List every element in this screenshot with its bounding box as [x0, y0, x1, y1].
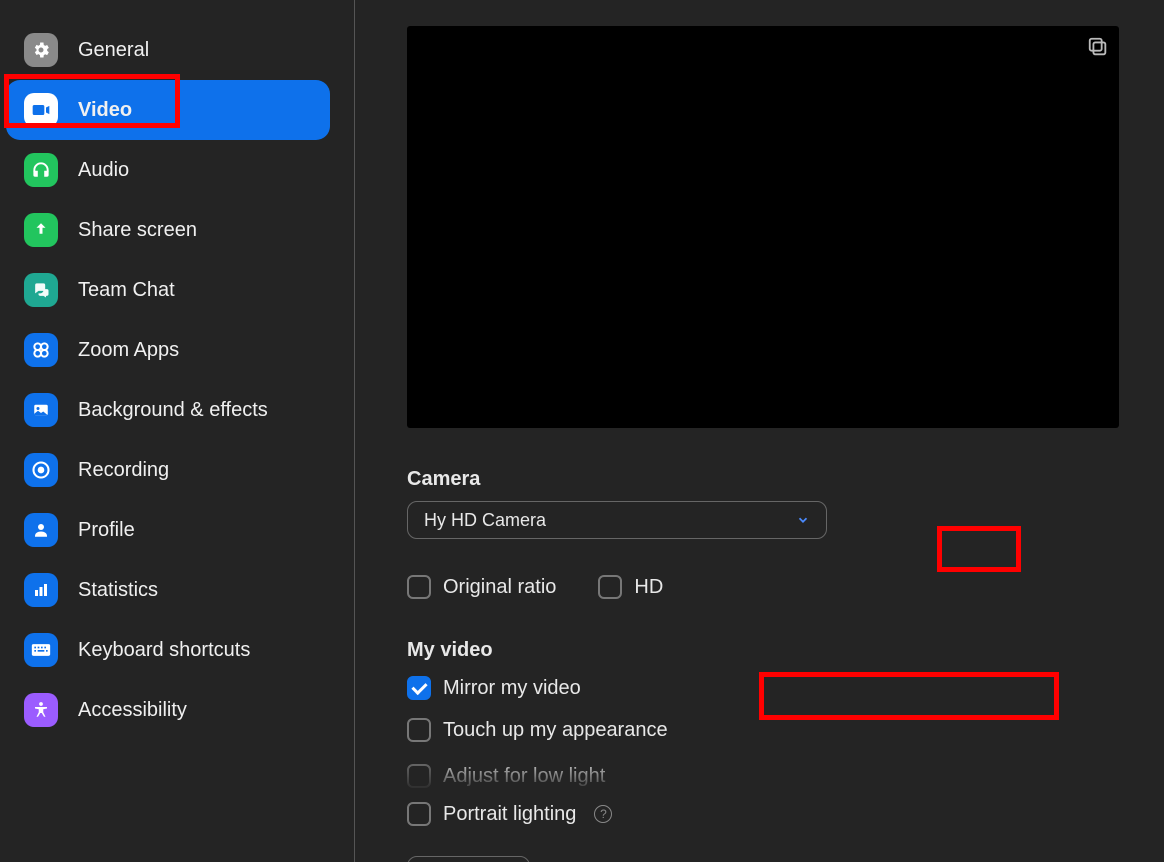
sidebar-item-label: Profile: [78, 519, 135, 542]
accessibility-icon: [24, 693, 58, 727]
advanced-button[interactable]: Advanced: [407, 856, 530, 862]
lowlight-option[interactable]: Adjust for low light: [407, 764, 1138, 788]
sidebar-item-profile[interactable]: Profile: [6, 500, 330, 560]
original-ratio-label: Original ratio: [443, 576, 556, 599]
help-icon[interactable]: ?: [594, 805, 612, 823]
sidebar-item-statistics[interactable]: Statistics: [6, 560, 330, 620]
portrait-lighting-label: Portrait lighting: [443, 803, 576, 826]
sidebar-item-background-effects[interactable]: Background & effects: [6, 380, 330, 440]
portrait-lighting-option[interactable]: Portrait lighting ?: [407, 802, 1138, 826]
sidebar-item-label: Accessibility: [78, 699, 187, 722]
original-ratio-option[interactable]: Original ratio: [407, 575, 556, 599]
sidebar-item-label: Share screen: [78, 219, 197, 242]
settings-sidebar: General Video Audio Share screen Team Ch: [0, 0, 355, 862]
chat-bubbles-icon: [24, 273, 58, 307]
touchup-option[interactable]: Touch up my appearance: [407, 710, 1138, 750]
camera-section-label: Camera: [407, 468, 1138, 491]
sidebar-item-label: Zoom Apps: [78, 339, 179, 362]
sidebar-item-label: General: [78, 39, 149, 62]
image-icon: [24, 393, 58, 427]
chevron-down-icon: [796, 513, 810, 527]
share-up-icon: [24, 213, 58, 247]
sidebar-item-share-screen[interactable]: Share screen: [6, 200, 330, 260]
video-settings-panel: Camera Hy HD Camera Original ratio HD My…: [355, 0, 1164, 862]
sidebar-item-label: Background & effects: [78, 399, 268, 422]
sidebar-item-recording[interactable]: Recording: [6, 440, 330, 500]
sidebar-item-general[interactable]: General: [6, 20, 330, 80]
sidebar-item-label: Audio: [78, 159, 129, 182]
bar-chart-icon: [24, 573, 58, 607]
video-camera-icon: [24, 93, 58, 127]
sidebar-item-label: Team Chat: [78, 279, 175, 302]
original-ratio-checkbox[interactable]: [407, 575, 431, 599]
mirror-video-option[interactable]: Mirror my video: [407, 676, 1138, 700]
my-video-section-label: My video: [407, 639, 1138, 662]
mirror-video-checkbox[interactable]: [407, 676, 431, 700]
lowlight-label: Adjust for low light: [443, 765, 605, 788]
gear-icon: [24, 33, 58, 67]
rotate-camera-button[interactable]: [1087, 36, 1109, 63]
camera-select-value: Hy HD Camera: [424, 510, 546, 531]
mirror-video-label: Mirror my video: [443, 677, 581, 700]
lowlight-checkbox[interactable]: [407, 764, 431, 788]
hd-checkbox[interactable]: [598, 575, 622, 599]
apps-icon: [24, 333, 58, 367]
sidebar-item-label: Keyboard shortcuts: [78, 639, 250, 662]
person-icon: [24, 513, 58, 547]
sidebar-item-label: Statistics: [78, 579, 158, 602]
keyboard-icon: [24, 633, 58, 667]
touchup-label: Touch up my appearance: [443, 719, 668, 742]
sidebar-item-accessibility[interactable]: Accessibility: [6, 680, 330, 740]
camera-preview: [407, 26, 1119, 428]
sidebar-item-video[interactable]: Video: [6, 80, 330, 140]
sidebar-item-audio[interactable]: Audio: [6, 140, 330, 200]
hd-option[interactable]: HD: [592, 571, 677, 603]
camera-select[interactable]: Hy HD Camera: [407, 501, 827, 539]
sidebar-item-label: Video: [78, 99, 132, 122]
record-circle-icon: [24, 453, 58, 487]
headphones-icon: [24, 153, 58, 187]
sidebar-item-zoom-apps[interactable]: Zoom Apps: [6, 320, 330, 380]
sidebar-item-label: Recording: [78, 459, 169, 482]
sidebar-item-keyboard-shortcuts[interactable]: Keyboard shortcuts: [6, 620, 330, 680]
hd-label: HD: [634, 576, 663, 599]
portrait-lighting-checkbox[interactable]: [407, 802, 431, 826]
touchup-checkbox[interactable]: [407, 718, 431, 742]
sidebar-item-team-chat[interactable]: Team Chat: [6, 260, 330, 320]
